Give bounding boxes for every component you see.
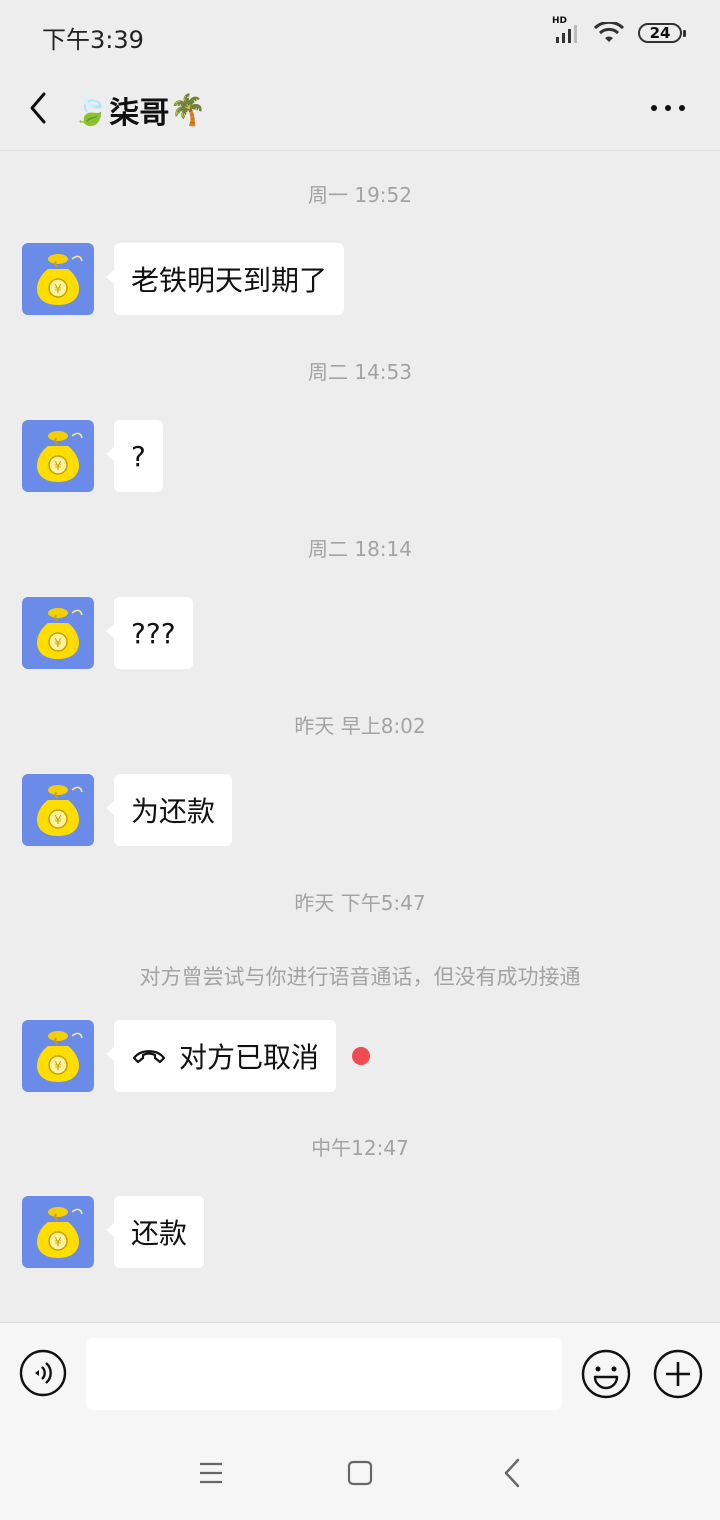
message-row: ¥ 老铁明天到期了 — [22, 243, 345, 315]
input-bar — [0, 1322, 720, 1425]
system-notice: 对方曾尝试与你进行语音通话，但没有成功接通 — [139, 965, 581, 989]
message-row: ¥ 为还款 — [22, 774, 233, 846]
svg-text:¥: ¥ — [54, 636, 62, 650]
nav-back-icon[interactable] — [500, 1457, 524, 1489]
call-record-bubble[interactable]: 对方已取消 — [105, 1020, 337, 1092]
palm-tree-emoji: 🌴 — [169, 92, 207, 128]
message-text: 还款 — [131, 1217, 188, 1250]
wifi-icon — [594, 22, 624, 42]
message-timestamp: 周二 14:53 — [308, 360, 412, 384]
battery-icon: 24 — [638, 23, 686, 43]
phone-hangup-icon — [131, 1046, 167, 1066]
more-options-icon[interactable] — [650, 98, 686, 118]
money-bag-icon: ¥ — [37, 254, 83, 305]
message-timestamp: 周一 19:52 — [308, 183, 412, 207]
back-arrow-icon[interactable] — [22, 88, 62, 128]
status-icons: HD 24 — [552, 16, 686, 44]
network-type-label: HD — [552, 16, 568, 26]
message-row: ¥ 还款 — [22, 1196, 205, 1268]
money-bag-icon: ¥ — [37, 1207, 83, 1258]
avatar[interactable]: ¥ — [22, 243, 94, 315]
svg-text:¥: ¥ — [54, 282, 62, 296]
voice-input-icon[interactable] — [18, 1348, 68, 1398]
emoji-icon[interactable] — [580, 1348, 632, 1400]
message-row: ¥ 对方已取消 — [22, 1020, 371, 1092]
avatar[interactable]: ¥ — [22, 774, 94, 846]
money-bag-icon: ¥ — [37, 608, 83, 659]
menu-icon[interactable] — [198, 1461, 224, 1485]
chat-title: 🍃 柒哥 🌴 — [72, 88, 207, 132]
message-text: 老铁明天到期了 — [131, 264, 328, 297]
svg-text:¥: ¥ — [54, 1059, 62, 1073]
message-row: ¥ ? — [22, 420, 163, 492]
message-timestamp: 中午12:47 — [311, 1136, 409, 1160]
svg-text:¥: ¥ — [54, 813, 62, 827]
message-bubble[interactable]: ??? — [106, 597, 193, 669]
plus-icon[interactable] — [652, 1348, 704, 1400]
chat-header: 🍃 柒哥 🌴 — [0, 70, 720, 151]
message-text: 为还款 — [131, 795, 216, 828]
message-timestamp: 昨天 早上8:02 — [294, 714, 426, 738]
message-text: ? — [131, 439, 146, 473]
leaf-emoji: 🍃 — [72, 92, 110, 128]
svg-text:¥: ¥ — [54, 1235, 62, 1249]
message-text: 对方已取消 — [179, 1041, 320, 1074]
money-bag-icon: ¥ — [37, 1031, 83, 1082]
avatar[interactable]: ¥ — [22, 1196, 94, 1268]
status-time: 下午3:39 — [42, 26, 144, 54]
message-bubble[interactable]: 为还款 — [105, 774, 233, 846]
avatar[interactable]: ¥ — [22, 420, 94, 492]
message-timestamp: 昨天 下午5:47 — [294, 891, 426, 915]
unread-dot — [352, 1047, 371, 1065]
home-icon[interactable] — [346, 1459, 374, 1487]
chat-message-list[interactable]: 周一 19:52 ¥ 老铁明天到期了 周二 14:53 ¥ ? 周二 18:14… — [0, 151, 720, 1321]
money-bag-icon: ¥ — [37, 785, 83, 836]
avatar[interactable]: ¥ — [22, 597, 94, 669]
message-input[interactable] — [86, 1338, 562, 1410]
money-bag-icon: ¥ — [37, 431, 83, 482]
message-row: ¥ ??? — [22, 597, 193, 669]
message-bubble[interactable]: 还款 — [105, 1196, 205, 1268]
message-text: ??? — [131, 616, 176, 650]
message-bubble[interactable]: ? — [106, 420, 163, 492]
message-bubble[interactable]: 老铁明天到期了 — [105, 243, 345, 315]
message-timestamp: 周二 18:14 — [308, 537, 412, 561]
contact-name: 柒哥 — [109, 96, 170, 131]
signal-icon: HD — [552, 16, 580, 44]
avatar[interactable]: ¥ — [22, 1020, 94, 1092]
status-bar: 下午3:39 HD 24 — [0, 0, 720, 70]
system-nav-bar — [0, 1425, 720, 1520]
svg-text:¥: ¥ — [54, 459, 62, 473]
